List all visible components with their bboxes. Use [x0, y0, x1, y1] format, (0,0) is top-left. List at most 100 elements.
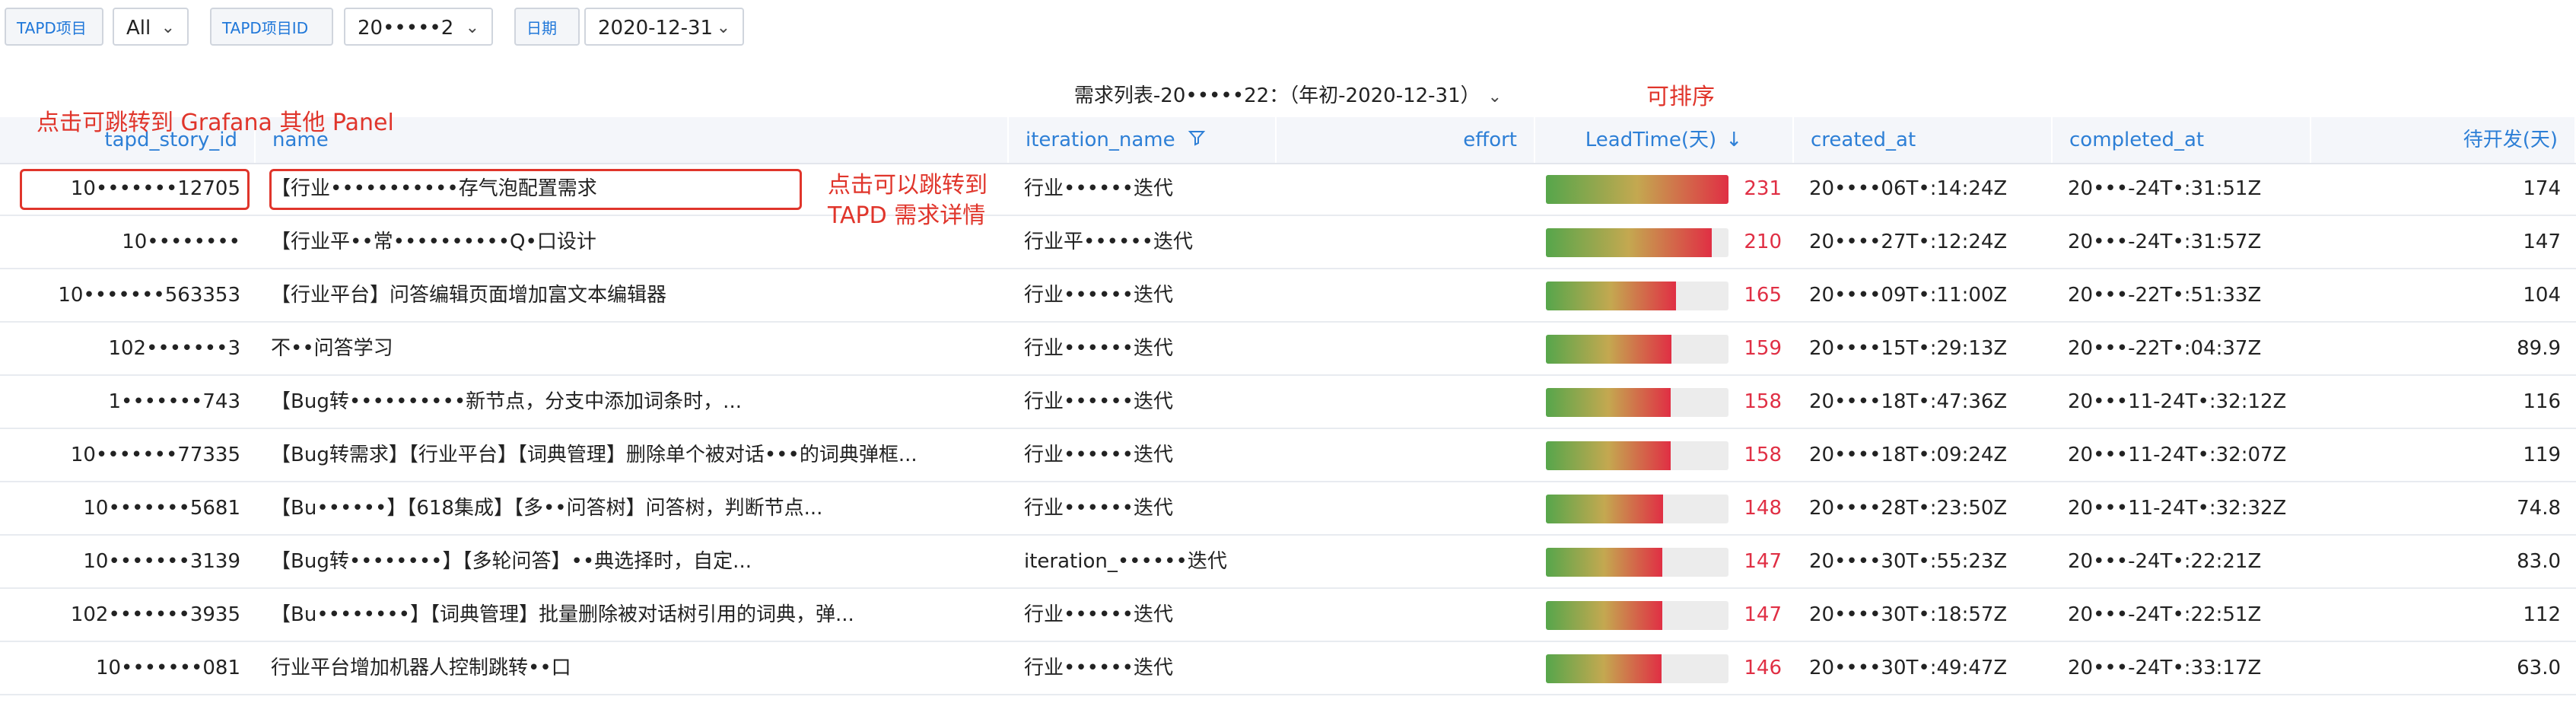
leadtime-cell: 147 — [1535, 536, 1794, 587]
annotation-story-id-highlight — [20, 169, 250, 210]
effort-value — [1277, 269, 1535, 321]
created-at-value: 20••••30T•:18:57Z — [1809, 603, 2008, 626]
wait-days-value: 116 — [2523, 390, 2561, 413]
leadtime-cell: 210 — [1535, 216, 1794, 268]
chevron-down-icon: ⌄ — [465, 18, 479, 37]
leadtime-gauge — [1546, 654, 1728, 683]
leadtime-cell: 147 — [1535, 589, 1794, 641]
column-header-wait-days-label: 待开发(天) — [2463, 129, 2558, 151]
leadtime-gauge — [1546, 282, 1728, 310]
iteration-name: 行业••••••迭代 — [1024, 657, 1174, 679]
completed-at-value: 20•••-24T•:33:17Z — [2068, 657, 2262, 679]
panel-title-text: 需求列表-20•••••22：（年初-2020-12-31） — [1073, 84, 1480, 107]
story-id-link[interactable]: 10•••••••3139 — [0, 536, 256, 587]
completed-at-value: 20•••-24T•:31:57Z — [2068, 231, 2262, 253]
wait-days-value: 63.0 — [2517, 657, 2561, 679]
wait-days-value: 174 — [2523, 177, 2561, 200]
project-variable-value: All — [126, 17, 151, 40]
completed-at-value: 20•••11-24T•:32:32Z — [2068, 497, 2287, 520]
leadtime-gauge — [1546, 228, 1728, 257]
leadtime-gauge-fill — [1546, 335, 1672, 364]
effort-value — [1277, 536, 1535, 587]
created-at-value: 20••••30T•:55:23Z — [1809, 550, 2008, 573]
wait-days-value: 83.0 — [2517, 550, 2561, 573]
leadtime-gauge — [1546, 601, 1728, 630]
story-name-link[interactable]: 【行业平台】问答编辑页面增加富文本编辑器 — [256, 269, 1009, 321]
completed-at-value: 20•••-24T•:31:51Z — [2068, 177, 2262, 200]
filter-icon[interactable] — [1188, 118, 1206, 164]
leadtime-cell: 165 — [1535, 269, 1794, 321]
created-at-value: 20••••06T•:14:24Z — [1809, 177, 2008, 200]
leadtime-value: 165 — [1744, 284, 1782, 307]
table-row: 102•••••••3 不••问答学习 行业••••••迭代 159 20•••… — [0, 323, 2576, 376]
project-variable-select[interactable]: All ⌄ — [113, 8, 189, 46]
iteration-name: 行业••••••迭代 — [1024, 177, 1174, 200]
table-row: 102•••••••3935 【Bu••••••••】【词典管理】批量删除被对话… — [0, 589, 2576, 642]
sort-descending-icon[interactable]: ↓ — [1725, 129, 1742, 151]
effort-value — [1277, 376, 1535, 428]
annotation-name-highlight — [269, 169, 802, 210]
leadtime-cell: 231 — [1535, 163, 1794, 215]
leadtime-gauge-fill — [1546, 495, 1663, 523]
column-header-iteration-label: iteration_name — [1026, 129, 1175, 151]
column-header-completed-at[interactable]: completed_at — [2053, 117, 2311, 163]
iteration-name: 行业••••••迭代 — [1024, 444, 1174, 466]
leadtime-gauge — [1546, 548, 1728, 577]
story-id-link[interactable]: 102•••••••3935 — [0, 589, 256, 641]
story-id-link[interactable]: 10•••••••• — [0, 216, 256, 268]
column-header-leadtime[interactable]: LeadTime(天) ↓ — [1535, 117, 1794, 163]
date-variable-select[interactable]: 2020-12-31 ⌄ — [584, 8, 744, 46]
wait-days-value: 112 — [2523, 603, 2561, 626]
story-id-link[interactable]: 102•••••••3 — [0, 323, 256, 374]
date-variable-value: 2020-12-31 — [598, 17, 714, 40]
date-variable-label: 日期 — [514, 8, 580, 46]
story-id-link[interactable]: 10•••••••5681 — [0, 482, 256, 534]
leadtime-value: 147 — [1744, 550, 1782, 573]
story-name-link[interactable]: 【Bug转••••••••••新节点，分支中添加词条时，... — [256, 376, 1009, 428]
table-row: 1•••••••743 【Bug转••••••••••新节点，分支中添加词条时，… — [0, 376, 2576, 429]
effort-value — [1277, 216, 1535, 268]
effort-value — [1277, 163, 1535, 215]
story-name-link[interactable]: 行业平台增加机器人控制跳转••口 — [256, 642, 1009, 694]
effort-value — [1277, 642, 1535, 694]
leadtime-value: 158 — [1744, 390, 1782, 413]
leadtime-gauge — [1546, 495, 1728, 523]
story-name-link[interactable]: 不••问答学习 — [256, 323, 1009, 374]
leadtime-cell: 159 — [1535, 323, 1794, 374]
iteration-name: 行业平••••••迭代 — [1024, 231, 1194, 253]
story-name-link[interactable]: 【Bu••••••••】【词典管理】批量删除被对话树引用的词典，弹... — [256, 589, 1009, 641]
table-row: 10•••••••• 【行业平••常••••••••••Q•口设计 行业平•••… — [0, 216, 2576, 269]
column-header-effort[interactable]: effort — [1277, 117, 1535, 163]
column-header-created-at[interactable]: created_at — [1794, 117, 2053, 163]
story-name-link[interactable]: 【Bug转需求】【行业平台】【词典管理】删除单个被对话•••的词典弹框... — [256, 429, 1009, 481]
story-id-link[interactable]: 10•••••••563353 — [0, 269, 256, 321]
iteration-name: 行业••••••迭代 — [1024, 497, 1174, 520]
story-id-link[interactable]: 10•••••••77335 — [0, 429, 256, 481]
wait-days-value: 89.9 — [2517, 337, 2561, 360]
column-header-iteration[interactable]: iteration_name — [1009, 117, 1277, 163]
chevron-down-icon: ⌄ — [161, 18, 175, 37]
project-id-variable-select[interactable]: 20•••••2 ⌄ — [344, 8, 493, 46]
dashboard-variables-bar: TAPD项目 All ⌄ TAPD项目ID 20•••••2 ⌄ 日期 2020… — [0, 0, 2576, 58]
story-name-link[interactable]: 【Bu••••••】【618集成】【多••问答树】问答树，判断节点... — [256, 482, 1009, 534]
table-row: 10•••••••563353 【行业平台】问答编辑页面增加富文本编辑器 行业•… — [0, 269, 2576, 323]
table-row: 10•••••••77335 【Bug转需求】【行业平台】【词典管理】删除单个被… — [0, 429, 2576, 482]
story-name-link[interactable]: 【Bug转••••••••】【多轮问答】••典选择时，自定... — [256, 536, 1009, 587]
leadtime-cell: 158 — [1535, 376, 1794, 428]
completed-at-value: 20•••-22T•:51:33Z — [2068, 284, 2262, 307]
story-id-link[interactable]: 10•••••••081 — [0, 642, 256, 694]
table-row: 10•••••••5681 【Bu••••••】【618集成】【多••问答树】问… — [0, 482, 2576, 536]
column-header-wait-days[interactable]: 待开发(天) — [2311, 117, 2576, 163]
leadtime-gauge — [1546, 175, 1728, 204]
created-at-value: 20••••28T•:23:50Z — [1809, 497, 2008, 520]
iteration-name: iteration_••••••迭代 — [1024, 550, 1227, 573]
story-id-link[interactable]: 1•••••••743 — [0, 376, 256, 428]
leadtime-value: 146 — [1744, 657, 1782, 679]
effort-value — [1277, 482, 1535, 534]
leadtime-value: 158 — [1744, 444, 1782, 466]
completed-at-value: 20•••-24T•:22:51Z — [2068, 603, 2262, 626]
table-row: 10•••••••3139 【Bug转••••••••】【多轮问答】••典选择时… — [0, 536, 2576, 589]
leadtime-gauge-fill — [1546, 601, 1662, 630]
annotation-tapd-note-line2: TAPD 需求详情 — [828, 202, 986, 229]
created-at-value: 20••••18T•:47:36Z — [1809, 390, 2008, 413]
